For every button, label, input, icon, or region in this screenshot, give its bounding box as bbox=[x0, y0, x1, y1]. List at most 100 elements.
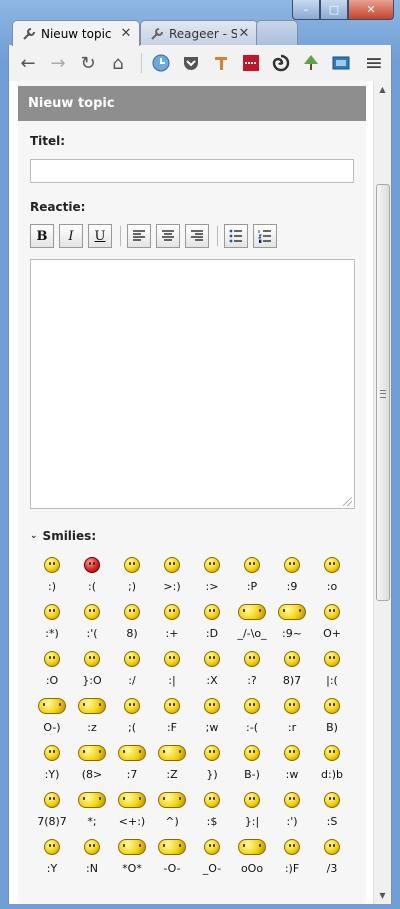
smiley-item[interactable]: ^) bbox=[152, 788, 192, 831]
smiley-item[interactable]: <+:) bbox=[112, 788, 152, 831]
clock-extension-icon[interactable] bbox=[148, 50, 174, 76]
smiley-item[interactable]: ;w bbox=[192, 694, 232, 737]
numbered-list-button[interactable] bbox=[253, 224, 277, 248]
smiley-code: :Z bbox=[166, 768, 178, 781]
smiley-item[interactable]: :9 bbox=[272, 553, 312, 596]
smiley-item[interactable]: :F bbox=[152, 694, 192, 737]
smiley-item[interactable]: :Y bbox=[32, 835, 72, 878]
smiley-item[interactable]: :*) bbox=[32, 600, 72, 643]
toolbar-divider bbox=[141, 53, 142, 73]
smiley-item[interactable]: *; bbox=[72, 788, 112, 831]
scroll-up-arrow[interactable]: ▲ bbox=[374, 81, 391, 98]
home-button[interactable]: ⌂ bbox=[105, 50, 131, 76]
smiley-item[interactable]: _/-\o_ bbox=[232, 600, 272, 643]
title-input[interactable] bbox=[30, 159, 354, 183]
smiley-item[interactable]: :r bbox=[272, 694, 312, 737]
smiley-item[interactable]: d:)b bbox=[312, 741, 352, 784]
smiley-item[interactable]: ;) bbox=[112, 553, 152, 596]
smiley-item[interactable]: :-( bbox=[232, 694, 272, 737]
smiley-item[interactable]: B) bbox=[312, 694, 352, 737]
swirl-extension-icon[interactable] bbox=[268, 50, 294, 76]
smiley-item[interactable]: -O- bbox=[152, 835, 192, 878]
tab-close-icon[interactable]: ✕ bbox=[237, 26, 251, 41]
bold-button[interactable]: B bbox=[30, 224, 54, 248]
tab-nieuw-topic[interactable]: Nieuw topic ✕ bbox=[12, 20, 140, 46]
smiley-item[interactable]: :z bbox=[72, 694, 112, 737]
scrollbar-thumb[interactable] bbox=[376, 184, 390, 601]
smiley-item[interactable]: :7 bbox=[112, 741, 152, 784]
smiley-item[interactable]: /3 bbox=[312, 835, 352, 878]
smiley-item[interactable]: :w bbox=[272, 741, 312, 784]
menu-icon[interactable]: ≡ bbox=[361, 50, 387, 76]
smiley-item[interactable]: :o bbox=[312, 553, 352, 596]
smiley-item[interactable]: :N bbox=[72, 835, 112, 878]
smiley-item[interactable]: :) bbox=[32, 553, 72, 596]
smiley-item[interactable]: :( bbox=[72, 553, 112, 596]
smiley-code: 8)7 bbox=[282, 674, 302, 687]
smiley-item[interactable]: :/ bbox=[112, 647, 152, 690]
smiley-icon bbox=[324, 745, 340, 761]
smiley-item[interactable]: oOo bbox=[232, 835, 272, 878]
smiley-item[interactable]: :O bbox=[32, 647, 72, 690]
new-tab-button[interactable] bbox=[256, 20, 298, 46]
smiley-item[interactable]: >:) bbox=[152, 553, 192, 596]
smiley-item[interactable]: :+ bbox=[152, 600, 192, 643]
minimize-button[interactable]: – bbox=[292, 0, 320, 20]
smiley-item[interactable]: :> bbox=[192, 553, 232, 596]
resize-grip[interactable] bbox=[343, 497, 352, 506]
smiley-item[interactable]: *O* bbox=[112, 835, 152, 878]
smiley-item[interactable]: (8> bbox=[72, 741, 112, 784]
maximize-button[interactable]: □ bbox=[320, 0, 348, 20]
reply-textarea[interactable] bbox=[30, 259, 355, 509]
reload-button[interactable]: ↻ bbox=[75, 50, 101, 76]
smiley-item[interactable]: 8) bbox=[112, 600, 152, 643]
underline-button[interactable]: U bbox=[88, 224, 112, 248]
smiley-item[interactable]: :$ bbox=[192, 788, 232, 831]
forward-button[interactable]: → bbox=[45, 50, 71, 76]
smiley-item[interactable]: :P bbox=[232, 553, 272, 596]
pin-extension-icon[interactable] bbox=[208, 50, 234, 76]
smiley-item[interactable]: :X bbox=[192, 647, 232, 690]
tab-close-icon[interactable]: ✕ bbox=[119, 26, 133, 41]
screenshot-extension-icon[interactable] bbox=[328, 50, 354, 76]
smiley-item[interactable]: :| bbox=[152, 647, 192, 690]
title-label: Titel: bbox=[30, 134, 66, 148]
smiley-item[interactable]: 8)7 bbox=[272, 647, 312, 690]
smiley-item[interactable]: :Y) bbox=[32, 741, 72, 784]
wrench-icon bbox=[21, 26, 37, 42]
align-left-button[interactable] bbox=[127, 224, 151, 248]
smiley-item[interactable]: |:( bbox=[312, 647, 352, 690]
vertical-scrollbar[interactable]: ▲ ▼ bbox=[373, 81, 391, 904]
italic-button[interactable]: I bbox=[59, 224, 83, 248]
smiley-item[interactable]: :Z bbox=[152, 741, 192, 784]
smiley-item[interactable]: }) bbox=[192, 741, 232, 784]
align-center-button[interactable] bbox=[156, 224, 180, 248]
smiley-item[interactable]: :') bbox=[272, 788, 312, 831]
smiley-item[interactable]: ;( bbox=[112, 694, 152, 737]
tab-reageer[interactable]: Reageer - So ✕ bbox=[140, 20, 258, 46]
close-window-button[interactable]: ✕ bbox=[348, 0, 394, 20]
tree-extension-icon[interactable] bbox=[298, 50, 324, 76]
lastpass-extension-icon[interactable] bbox=[238, 50, 264, 76]
smiley-code: O+ bbox=[323, 627, 341, 640]
smiley-item[interactable]: B-) bbox=[232, 741, 272, 784]
bullet-list-button[interactable] bbox=[224, 224, 248, 248]
smiley-item[interactable]: :? bbox=[232, 647, 272, 690]
smiley-item[interactable]: O-) bbox=[32, 694, 72, 737]
smiley-item[interactable]: 7(8)7 bbox=[32, 788, 72, 831]
smilies-toggle[interactable]: ⌄ Smilies: bbox=[30, 529, 96, 543]
pocket-extension-icon[interactable] bbox=[178, 50, 204, 76]
smiley-item[interactable]: }:| bbox=[232, 788, 272, 831]
scroll-down-arrow[interactable]: ▼ bbox=[374, 887, 391, 904]
smiley-item[interactable]: :9~ bbox=[272, 600, 312, 643]
smiley-item[interactable]: O+ bbox=[312, 600, 352, 643]
smiley-item[interactable]: }:O bbox=[72, 647, 112, 690]
smiley-item[interactable]: :)F bbox=[272, 835, 312, 878]
back-button[interactable]: ← bbox=[15, 50, 41, 76]
smiley-item[interactable]: :D bbox=[192, 600, 232, 643]
smiley-item[interactable]: :'( bbox=[72, 600, 112, 643]
align-right-button[interactable] bbox=[185, 224, 209, 248]
smiley-item[interactable]: _O- bbox=[192, 835, 232, 878]
smiley-item[interactable]: :S bbox=[312, 788, 352, 831]
smiley-code: ^) bbox=[165, 815, 179, 828]
